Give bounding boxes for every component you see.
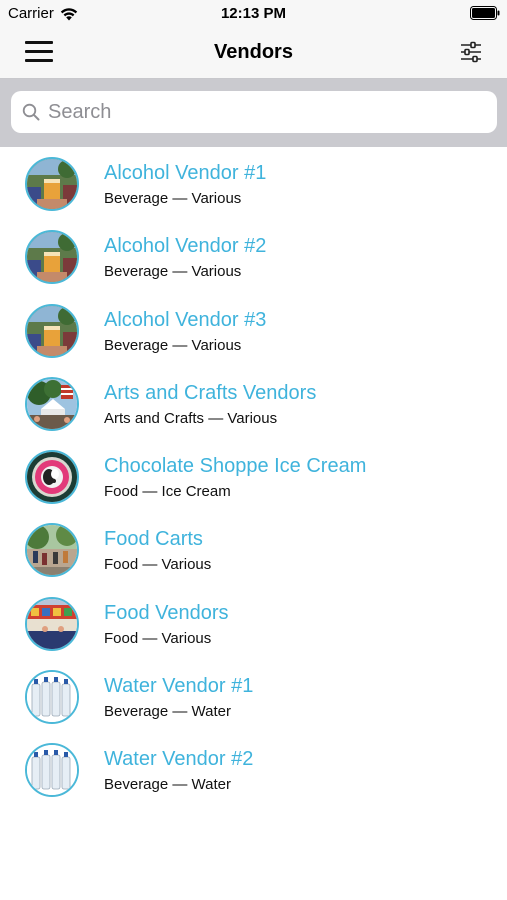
vendor-avatar	[25, 157, 79, 211]
search-field[interactable]	[11, 91, 497, 133]
vendor-avatar	[25, 596, 79, 651]
vendor-name: Arts and Crafts Vendors	[104, 381, 317, 404]
vendor-subtitle: Beverage — Water	[104, 776, 231, 794]
vendor-row[interactable]: Alcohol Vendor #1 Beverage — Various	[0, 147, 507, 220]
vendor-name: Water Vendor #2	[104, 748, 254, 771]
search-bar-container	[0, 79, 507, 147]
vendor-subtitle: Beverage — Various	[104, 190, 242, 207]
vendor-subtitle: Beverage — Various	[104, 263, 242, 281]
vendor-avatar	[25, 743, 79, 798]
vendor-avatar	[25, 376, 79, 431]
vendor-row[interactable]: Food Carts Food — Various	[0, 513, 507, 586]
vendor-name: Water Vendor #1	[104, 675, 254, 698]
vendor-avatar	[25, 450, 79, 505]
search-icon	[22, 103, 40, 121]
vendor-name: Food Vendors	[104, 601, 229, 624]
vendor-avatar	[25, 670, 79, 725]
vendor-subtitle: Food — Various	[104, 629, 212, 647]
craft-tents-photo-icon	[27, 378, 77, 429]
vendor-subtitle: Beverage — Various	[104, 336, 242, 354]
vendor-row[interactable]: Food Vendors Food — Various	[0, 587, 507, 660]
vendor-name: Chocolate Shoppe Ice Cream	[104, 455, 367, 478]
vendor-row[interactable]: Water Vendor #2 Beverage — Water	[0, 733, 507, 806]
vendor-subtitle: Arts and Crafts — Various	[104, 409, 278, 427]
beer-cup-photo-icon	[27, 305, 77, 356]
navigation-bar: Vendors	[0, 30, 507, 79]
food-stand-photo-icon	[27, 598, 77, 649]
vendor-name: Alcohol Vendor #3	[104, 308, 267, 331]
vendor-row[interactable]: Alcohol Vendor #2 Beverage — Various	[0, 220, 507, 293]
page-title: Vendors	[214, 41, 293, 63]
vendor-avatar	[25, 230, 79, 285]
vendor-name: Alcohol Vendor #2	[104, 235, 267, 258]
vendor-row[interactable]: Chocolate Shoppe Ice Cream Food — Ice Cr…	[0, 440, 507, 513]
vendor-avatar	[25, 303, 79, 358]
vendor-list: Alcohol Vendor #1 Beverage — Various Alc…	[0, 147, 507, 807]
vendor-row[interactable]: Alcohol Vendor #3 Beverage — Various	[0, 294, 507, 367]
vendor-avatar	[25, 523, 79, 578]
status-time: 12:13 PM	[220, 5, 287, 22]
battery-icon	[470, 6, 500, 20]
sliders-filter-icon[interactable]	[459, 40, 483, 64]
street-crowd-photo-icon	[27, 525, 77, 576]
water-bottles-photo-icon	[27, 745, 77, 796]
vendor-row[interactable]: Water Vendor #1 Beverage — Water	[0, 660, 507, 733]
vendor-name: Food Carts	[104, 528, 203, 551]
vendor-name: Alcohol Vendor #1	[104, 162, 267, 184]
beer-cup-photo-icon	[27, 159, 77, 209]
vendor-subtitle: Beverage — Water	[104, 703, 231, 721]
vendor-subtitle: Food — Various	[104, 556, 212, 574]
vendor-subtitle: Food — Ice Cream	[104, 483, 231, 501]
water-bottles-photo-icon	[27, 672, 77, 723]
status-bar: Carrier 12:13 PM	[0, 0, 507, 30]
ice-cream-logo-icon	[27, 452, 77, 503]
vendor-row[interactable]: Arts and Crafts Vendors Arts and Crafts …	[0, 367, 507, 440]
beer-cup-photo-icon	[27, 232, 77, 283]
search-input[interactable]	[48, 100, 468, 124]
